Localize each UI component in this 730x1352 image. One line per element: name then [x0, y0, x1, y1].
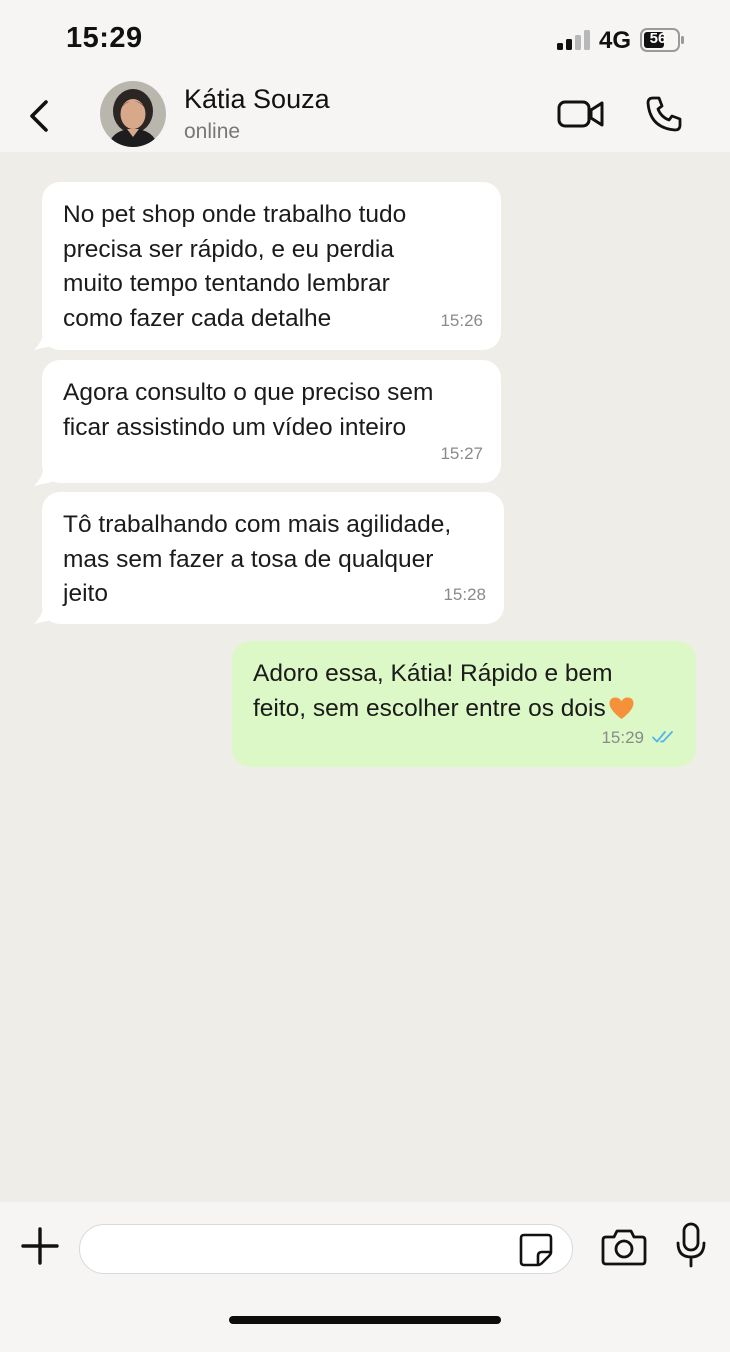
message-bubble-incoming[interactable]: Tô trabalhando com mais agilidade, mas s… [42, 492, 504, 624]
chat-area[interactable]: No pet shop onde trabalho tudo precisa s… [0, 152, 730, 1202]
message-text-body: Adoro essa, Kátia! Rápido e bem feito, s… [253, 660, 613, 722]
network-type: 4G [599, 27, 632, 54]
message-time: 15:28 [443, 584, 486, 604]
message-meta: 15:29 [601, 721, 678, 756]
sticker-icon[interactable] [518, 1232, 554, 1268]
message-input[interactable] [79, 1224, 573, 1274]
message-bubble-incoming[interactable]: Agora consulto o que preciso sem ficar a… [42, 360, 501, 483]
message-text: Adoro essa, Kátia! Rápido e bem feito, s… [253, 657, 676, 726]
cellular-signal-icon [557, 30, 590, 50]
message-bubble-outgoing[interactable]: Adoro essa, Kátia! Rápido e bem feito, s… [232, 641, 696, 767]
message-text: Tô trabalhando com mais agilidade, mas s… [63, 511, 452, 607]
message-time: 15:26 [440, 310, 483, 330]
video-camera-icon[interactable] [556, 96, 606, 132]
contact-status: online [184, 120, 241, 143]
message-time: 15:27 [440, 443, 483, 463]
message-bubble-incoming[interactable]: No pet shop onde trabalho tudo precisa s… [42, 182, 501, 350]
avatar-image [100, 81, 166, 147]
battery-level: 56 [649, 30, 667, 47]
double-check-read-icon [652, 730, 673, 742]
message-text: Agora consulto o que preciso sem ficar a… [63, 379, 434, 441]
contact-name[interactable]: Kátia Souza [184, 84, 330, 115]
avatar[interactable] [100, 81, 166, 147]
status-time: 15:29 [66, 22, 143, 54]
message-text: No pet shop onde trabalho tudo precisa s… [63, 201, 407, 332]
status-bar: 15:29 4G 56 [0, 0, 730, 78]
plus-icon[interactable] [20, 1226, 60, 1266]
microphone-icon[interactable] [674, 1222, 708, 1268]
orange-heart-icon [609, 696, 634, 719]
camera-icon[interactable] [601, 1228, 647, 1266]
phone-icon[interactable] [644, 94, 684, 134]
message-time: 15:29 [601, 727, 644, 747]
chevron-left-icon[interactable] [22, 96, 56, 136]
chat-header: Kátia Souza online [0, 78, 730, 152]
input-bar [0, 1202, 730, 1352]
home-indicator[interactable] [229, 1316, 501, 1324]
